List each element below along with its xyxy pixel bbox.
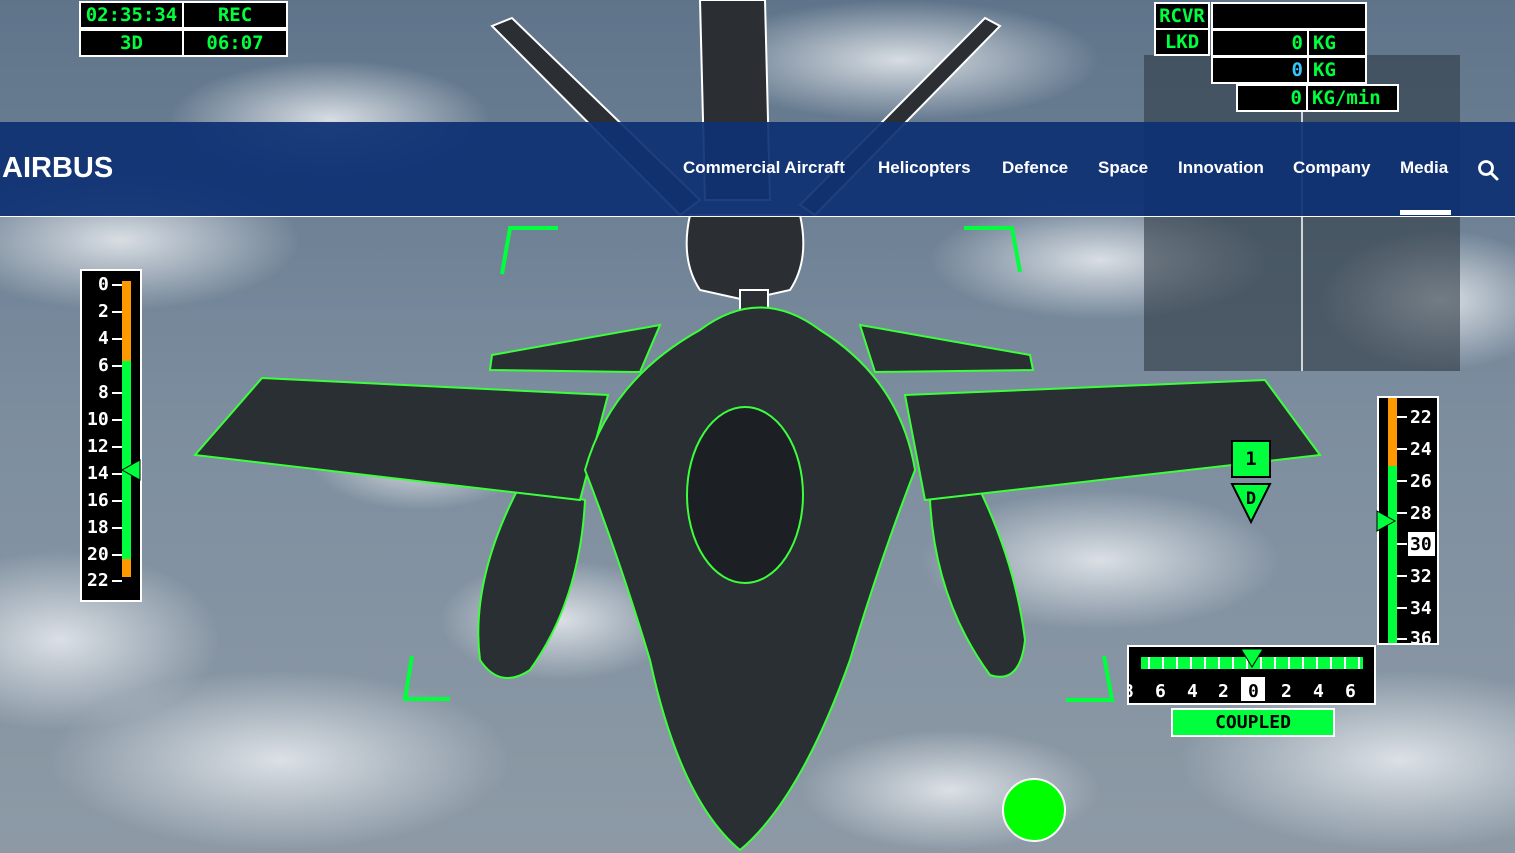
hscale-label: 6 bbox=[1155, 681, 1166, 702]
nav-commercial-aircraft[interactable]: Commercial Aircraft bbox=[683, 158, 845, 178]
left-scale-label: 20 bbox=[87, 544, 109, 565]
right-scale-label: 22 bbox=[1410, 407, 1432, 428]
hud-lkd: LKD bbox=[1154, 28, 1210, 56]
left-vertical-scale: 0 2 4 6 8 10 12 14 16 18 20 22 bbox=[80, 269, 142, 602]
hud-fuel-1: 0 KG bbox=[1211, 29, 1367, 57]
search-icon[interactable] bbox=[1477, 159, 1501, 183]
nav-defence[interactable]: Defence bbox=[1002, 158, 1068, 178]
nav-innovation[interactable]: Innovation bbox=[1178, 158, 1264, 178]
position-marker-triangle: D bbox=[1230, 483, 1272, 524]
left-scale-label: 14 bbox=[87, 463, 109, 484]
airbus-logo[interactable]: AIRBUS bbox=[2, 152, 113, 185]
nav-company[interactable]: Company bbox=[1293, 158, 1370, 178]
right-scale-label: 32 bbox=[1410, 566, 1432, 587]
hscale-label: 4 bbox=[1187, 681, 1198, 702]
nav-media[interactable]: Media bbox=[1400, 158, 1448, 178]
nav-active-indicator bbox=[1400, 210, 1451, 215]
fuel-2-value: 0 bbox=[1291, 59, 1303, 81]
fuel-1-unit: KG bbox=[1313, 32, 1336, 54]
hscale-label: 2 bbox=[1281, 681, 1292, 702]
left-scale-label: 0 bbox=[98, 274, 109, 295]
left-scale-label: 12 bbox=[87, 436, 109, 457]
hscale-label: 8 bbox=[1129, 681, 1134, 702]
right-scale-label: 28 bbox=[1410, 503, 1432, 524]
flow-unit: KG/min bbox=[1312, 87, 1381, 109]
right-scale-label: 26 bbox=[1410, 471, 1432, 492]
hud-blank bbox=[1211, 2, 1367, 30]
hud-time: 02:35:34 bbox=[79, 1, 184, 29]
right-scale-label: 24 bbox=[1410, 439, 1432, 460]
nav-space[interactable]: Space bbox=[1098, 158, 1148, 178]
flow-value: 0 bbox=[1290, 87, 1302, 109]
hud-rec: REC bbox=[182, 1, 288, 29]
coupled-status: COUPLED bbox=[1171, 708, 1335, 737]
hscale-label: 4 bbox=[1313, 681, 1324, 702]
left-scale-label: 8 bbox=[98, 382, 109, 403]
left-scale-label: 2 bbox=[98, 301, 109, 322]
hud-elapsed: 06:07 bbox=[182, 29, 288, 57]
horizontal-scale: 8 6 4 2 0 2 4 6 bbox=[1127, 645, 1376, 705]
left-scale-label: 4 bbox=[98, 328, 109, 349]
fuel-1-value: 0 bbox=[1291, 32, 1303, 54]
left-scale-label: 18 bbox=[87, 517, 109, 538]
hud-fuel-2: 0 KG bbox=[1211, 56, 1367, 84]
hscale-current: 0 bbox=[1248, 681, 1259, 702]
right-scale-label: 34 bbox=[1410, 598, 1432, 619]
hud-rcvr: RCVR bbox=[1154, 2, 1210, 30]
fuel-2-unit: KG bbox=[1313, 59, 1336, 81]
hscale-label: 2 bbox=[1218, 681, 1229, 702]
left-scale-label: 10 bbox=[87, 409, 109, 430]
green-status-dot[interactable] bbox=[1002, 778, 1066, 842]
right-scale-label: 36 bbox=[1410, 628, 1432, 645]
right-scale-pointer bbox=[1376, 510, 1397, 532]
left-scale-label: 6 bbox=[98, 355, 109, 376]
nav-helicopters[interactable]: Helicopters bbox=[878, 158, 971, 178]
hud-flow: 0 KG/min bbox=[1236, 84, 1399, 112]
left-scale-pointer bbox=[120, 459, 141, 481]
position-marker-box: 1 bbox=[1231, 440, 1271, 478]
hud-mode: 3D bbox=[79, 29, 184, 57]
marker-letter: D bbox=[1246, 489, 1256, 509]
hscale-label: 6 bbox=[1345, 681, 1356, 702]
left-scale-label: 22 bbox=[87, 570, 109, 591]
right-scale-current: 30 bbox=[1410, 534, 1432, 555]
left-scale-label: 16 bbox=[87, 490, 109, 511]
